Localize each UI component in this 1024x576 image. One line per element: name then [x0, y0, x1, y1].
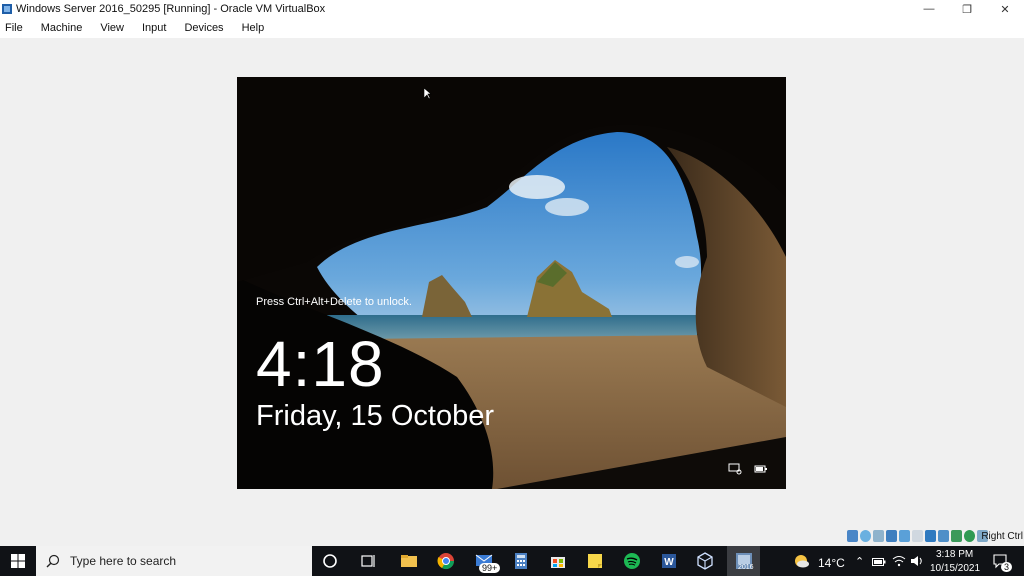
weather-temperature[interactable]: 14°C: [818, 556, 845, 570]
taskbar-time[interactable]: 3:18 PM: [936, 549, 973, 560]
spotify-icon[interactable]: [622, 551, 642, 571]
3d-viewer-icon[interactable]: [695, 551, 715, 571]
audio-icon[interactable]: [873, 530, 884, 542]
window-title: Windows Server 2016_50295 [Running] - Or…: [16, 3, 326, 15]
hard-disk-icon[interactable]: [847, 530, 858, 542]
menu-file[interactable]: File: [5, 22, 23, 34]
battery-status-icon[interactable]: [754, 462, 768, 474]
notification-count-badge: 3: [1001, 562, 1013, 572]
svg-text:W: W: [664, 557, 674, 568]
network-status-icon[interactable]: [728, 462, 742, 475]
menu-machine[interactable]: Machine: [41, 22, 83, 34]
host-taskbar: Type here to search 99+ W 2016 14°C ⌃ 3:…: [0, 546, 1024, 576]
vm-display-area[interactable]: Press Ctrl+Alt+Delete to unlock. 4:18 Fr…: [0, 38, 1024, 528]
active-app-label: 2016: [738, 564, 754, 571]
video-capture-icon[interactable]: [938, 530, 949, 542]
restore-button[interactable]: ❐: [948, 0, 986, 18]
virtualbox-icon: [1, 3, 13, 15]
usb-icon[interactable]: [899, 530, 910, 542]
chrome-icon[interactable]: [436, 551, 456, 571]
volume-icon[interactable]: [910, 554, 924, 568]
show-hidden-icons-icon[interactable]: ⌃: [855, 555, 864, 568]
weather-icon[interactable]: [792, 552, 810, 570]
menu-devices[interactable]: Devices: [184, 22, 223, 34]
sticky-notes-icon[interactable]: [585, 551, 605, 571]
mouse-integration-icon[interactable]: [964, 530, 975, 542]
vbox-status-bar: Right Ctrl: [0, 528, 1024, 546]
start-button[interactable]: [0, 546, 36, 576]
lock-screen-time: 4:18: [256, 328, 385, 400]
cortana-icon[interactable]: [320, 551, 340, 571]
menu-input[interactable]: Input: [142, 22, 166, 34]
virtualization-icon[interactable]: [951, 530, 962, 542]
taskbar-date[interactable]: 10/15/2021: [930, 563, 980, 574]
menu-bar: File Machine View Input Devices Help: [0, 18, 1024, 38]
wifi-icon[interactable]: [892, 554, 906, 568]
host-key-label: Right Ctrl: [981, 531, 1023, 542]
menu-view[interactable]: View: [100, 22, 124, 34]
word-icon[interactable]: W: [659, 551, 679, 571]
battery-icon[interactable]: [872, 555, 886, 567]
lock-screen-date: Friday, 15 October: [256, 400, 495, 432]
unlock-prompt: Press Ctrl+Alt+Delete to unlock.: [256, 296, 412, 308]
mouse-pointer-icon: [423, 87, 432, 100]
taskbar-search-box[interactable]: Type here to search: [36, 546, 312, 576]
store-icon[interactable]: [548, 551, 568, 571]
network-icon[interactable]: [886, 530, 897, 542]
calculator-icon[interactable]: [511, 551, 531, 571]
title-bar[interactable]: Windows Server 2016_50295 [Running] - Or…: [0, 0, 1024, 18]
optical-drive-icon[interactable]: [860, 530, 871, 542]
mail-badge: 99+: [479, 563, 501, 573]
windows-logo-icon: [11, 554, 25, 568]
menu-help[interactable]: Help: [242, 22, 265, 34]
file-explorer-icon[interactable]: [399, 551, 419, 571]
search-icon: [46, 554, 60, 568]
close-button[interactable]: ✕: [986, 0, 1024, 18]
display-icon[interactable]: [925, 530, 936, 542]
minimize-button[interactable]: —: [910, 0, 948, 18]
shared-folders-icon[interactable]: [912, 530, 923, 542]
search-placeholder: Type here to search: [70, 554, 177, 568]
task-view-icon[interactable]: [358, 551, 378, 571]
guest-lock-screen[interactable]: Press Ctrl+Alt+Delete to unlock. 4:18 Fr…: [237, 77, 786, 489]
